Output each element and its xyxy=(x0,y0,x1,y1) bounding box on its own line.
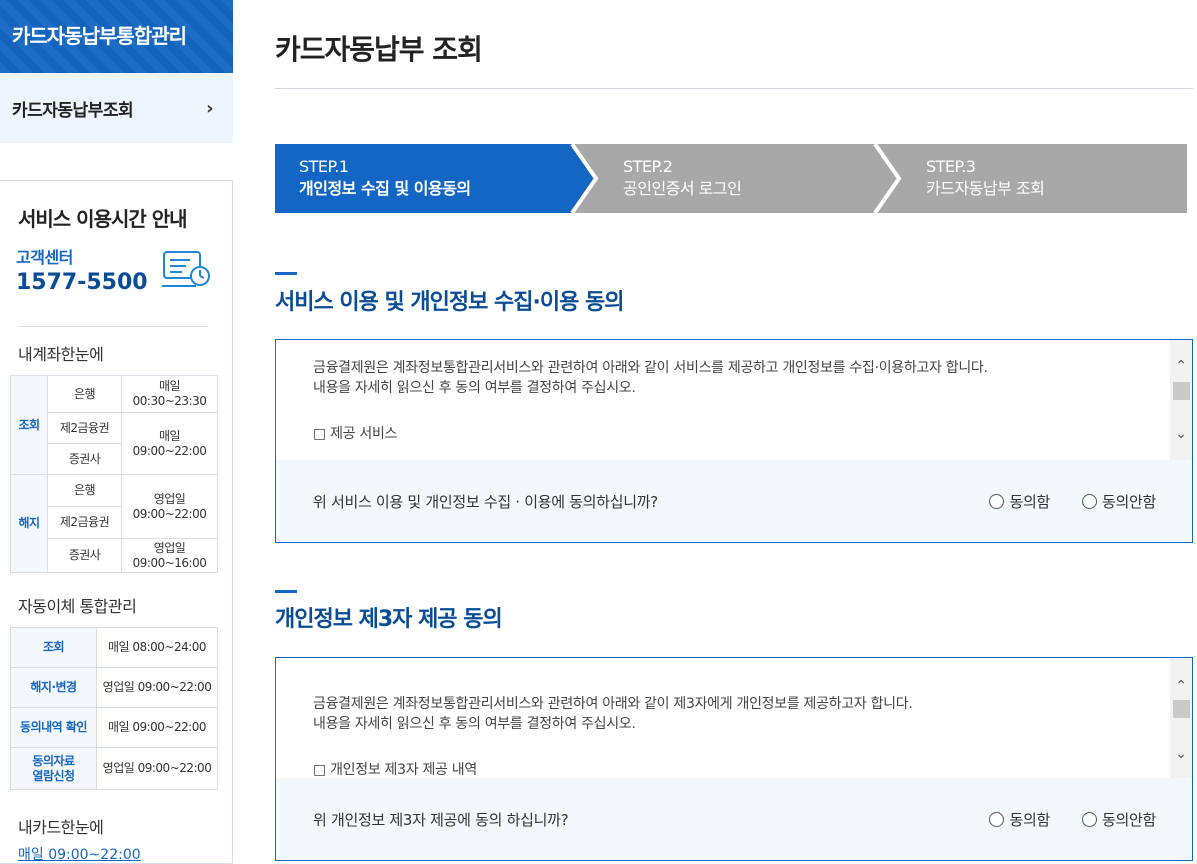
customer-center: 고객센터 1577-5500 xyxy=(16,244,232,304)
chevron-down-icon[interactable]: ⌄ xyxy=(1170,424,1192,444)
step-1: STEP.1 개인정보 수집 및 이용동의 xyxy=(299,156,471,200)
step-3: STEP.3 카드자동납부 조회 xyxy=(926,156,1045,200)
radio-circle-icon[interactable] xyxy=(1081,811,1097,827)
section-heading-accent xyxy=(275,272,297,275)
scrollbar[interactable]: ⌃ ⌄ xyxy=(1170,658,1192,778)
auto-transfer-title: 자동이체 통합관리 xyxy=(18,597,137,616)
consent-text-line: 내용을 자세히 읽으신 후 동의 여부를 결정하여 주십시오. xyxy=(313,716,636,732)
section-heading-accent xyxy=(275,590,297,593)
consent-text-line: 금융결제원은 계좌정보통합관리서비스와 관련하여 아래와 같이 제3자에게 개인… xyxy=(313,696,913,712)
institution-securities: 증권사 xyxy=(47,538,122,573)
hours-cell: 영업일 09:00~22:00 xyxy=(121,474,218,539)
category-cancel: 해지 xyxy=(10,474,48,573)
radio-label: 동의함 xyxy=(1009,810,1050,829)
sidebar-item-label: 카드자동납부조회 xyxy=(12,100,134,121)
title-divider xyxy=(275,88,1193,89)
institution-bank: 은행 xyxy=(47,375,122,413)
step-indicator: STEP.1 개인정보 수집 및 이용동의 STEP.2 공인인증서 로그인 S… xyxy=(275,144,1187,213)
step-number: STEP.2 xyxy=(623,157,673,176)
hours-cell: 매일 09:00~22:00 xyxy=(121,412,218,475)
chevron-up-icon[interactable]: ⌃ xyxy=(1170,676,1192,696)
my-accounts-title: 내계좌한눈에 xyxy=(18,345,104,364)
hours-cell: 매일 09:00~22:00 xyxy=(96,707,218,748)
sidebar-title: 카드자동납부통합관리 xyxy=(0,0,233,73)
step-label: 카드자동납부 조회 xyxy=(926,179,1045,198)
consent-text-line: 금융결제원은 계좌정보통합관리서비스와 관련하여 아래와 같이 서비스를 제공하… xyxy=(313,360,988,376)
radio-circle-icon[interactable] xyxy=(989,811,1005,827)
consent-text-item: □ 제공 서비스 xyxy=(313,426,398,442)
chevron-right-icon: › xyxy=(206,97,213,119)
category-inquiry: 조회 xyxy=(10,375,48,475)
my-cards-hours-link[interactable]: 매일 09:00~22:00 xyxy=(18,844,141,864)
step-label: 공인인증서 로그인 xyxy=(623,179,742,198)
my-accounts-schedule-table: 조회 은행 매일 00:30~23:30 제2금융권 매일 09:00~22:00 … xyxy=(10,375,218,573)
agree-radio[interactable]: 동의함 xyxy=(989,809,1050,830)
my-cards-section: 내카드한눈에 매일 09:00~22:00 xyxy=(18,814,232,864)
consent-text-scroll-area[interactable]: 금융결제원은 계좌정보통합관리서비스와 관련하여 아래와 같이 서비스를 제공하… xyxy=(276,340,1192,460)
step-number: STEP.3 xyxy=(926,157,976,176)
service-hours-title: 서비스 이용시간 안내 xyxy=(18,207,188,231)
scrollbar-thumb[interactable] xyxy=(1173,382,1190,400)
category-consent-view-request: 동의자료 열람신청 xyxy=(10,747,97,790)
consent-text-line: 내용을 자세히 읽으신 후 동의 여부를 결정하여 주십시오. xyxy=(313,380,636,396)
hours-cell: 매일 08:00~24:00 xyxy=(96,627,218,668)
scrollbar[interactable]: ⌃ ⌄ xyxy=(1170,340,1192,460)
auto-transfer-schedule-table: 조회 매일 08:00~24:00 해지·변경 영업일 09:00~22:00 … xyxy=(10,627,218,790)
chevron-down-icon[interactable]: ⌄ xyxy=(1170,744,1192,764)
radio-label: 동의함 xyxy=(1009,492,1050,511)
step-number: STEP.1 xyxy=(299,157,349,176)
service-hours-panel: 서비스 이용시간 안내 고객센터 1577-5500 내계좌한눈에 조회 은행 xyxy=(0,180,233,864)
consent-question: 위 서비스 이용 및 개인정보 수집 · 이용에 동의하십니까? xyxy=(313,492,658,511)
category-inquiry: 조회 xyxy=(10,627,97,668)
consent-text-scroll-area[interactable]: 금융결제원은 계좌정보통합관리서비스와 관련하여 아래와 같이 제3자에게 개인… xyxy=(276,658,1192,778)
divider xyxy=(18,326,208,327)
consent-question-row: 위 서비스 이용 및 개인정보 수집 · 이용에 동의하십니까? 동의함 동의안… xyxy=(276,460,1192,542)
consent-text-item: □ 개인정보 제3자 제공 내역 xyxy=(313,762,477,778)
institution-bank: 은행 xyxy=(47,474,122,507)
chevron-up-icon[interactable]: ⌃ xyxy=(1170,356,1192,376)
main-content: 카드자동납부 조회 STEP.1 개인정보 수집 및 이용동의 STEP.2 공… xyxy=(275,0,1193,861)
category-consent-check: 동의내역 확인 xyxy=(10,707,97,748)
hours-cell: 매일 00:30~23:30 xyxy=(121,375,218,413)
consent-radio-group: 동의함 동의안함 xyxy=(989,491,1156,512)
page-title: 카드자동납부 조회 xyxy=(275,33,483,66)
section-heading-third-party-consent: 개인정보 제3자 제공 동의 xyxy=(275,607,503,632)
section-heading-service-consent: 서비스 이용 및 개인정보 수집·이용 동의 xyxy=(275,290,624,315)
disagree-radio[interactable]: 동의안함 xyxy=(1081,809,1156,830)
category-cancel-change: 해지·변경 xyxy=(10,667,97,708)
my-cards-title: 내카드한눈에 xyxy=(18,818,104,837)
consent-radio-group: 동의함 동의안함 xyxy=(989,809,1156,830)
hours-cell: 영업일 09:00~16:00 xyxy=(121,538,218,573)
scrollbar-thumb[interactable] xyxy=(1173,700,1190,718)
disagree-radio[interactable]: 동의안함 xyxy=(1081,491,1156,512)
service-consent-box: 금융결제원은 계좌정보통합관리서비스와 관련하여 아래와 같이 서비스를 제공하… xyxy=(275,339,1193,543)
sidebar-item-card-autopay-inquiry[interactable]: 카드자동납부조회 › xyxy=(0,73,233,143)
radio-label: 동의안함 xyxy=(1101,492,1156,511)
step-label: 개인정보 수집 및 이용동의 xyxy=(299,179,471,198)
radio-circle-icon[interactable] xyxy=(1081,493,1097,509)
hours-cell: 영업일 09:00~22:00 xyxy=(96,747,218,790)
schedule-icon xyxy=(162,251,210,287)
consent-question-row: 위 개인정보 제3자 제공에 동의 하십니까? 동의함 동의안함 xyxy=(276,778,1192,860)
institution-second-tier: 제2금융권 xyxy=(47,412,122,444)
radio-circle-icon[interactable] xyxy=(989,493,1005,509)
third-party-consent-box: 금융결제원은 계좌정보통합관리서비스와 관련하여 아래와 같이 제3자에게 개인… xyxy=(275,657,1193,861)
step-2: STEP.2 공인인증서 로그인 xyxy=(623,156,742,200)
consent-question: 위 개인정보 제3자 제공에 동의 하십니까? xyxy=(313,810,569,829)
agree-radio[interactable]: 동의함 xyxy=(989,491,1050,512)
institution-securities: 증권사 xyxy=(47,443,122,475)
institution-second-tier: 제2금융권 xyxy=(47,506,122,539)
sidebar: 카드자동납부통합관리 카드자동납부조회 › 서비스 이용시간 안내 고객센터 1… xyxy=(0,0,233,864)
hours-cell: 영업일 09:00~22:00 xyxy=(96,667,218,708)
radio-label: 동의안함 xyxy=(1101,810,1156,829)
